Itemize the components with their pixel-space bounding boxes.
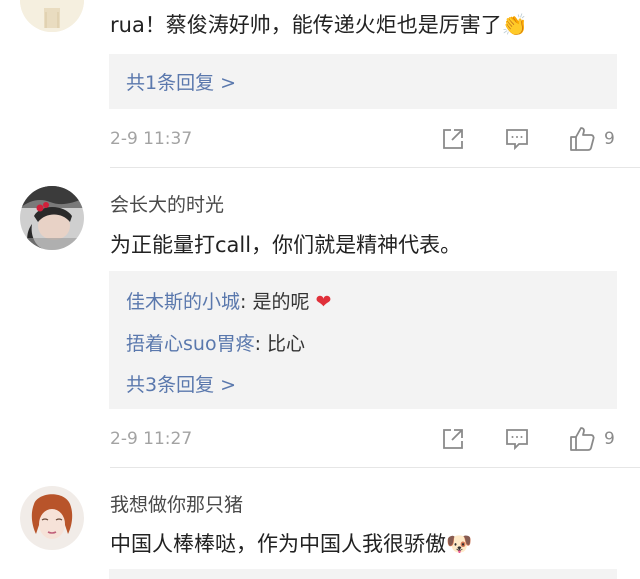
clapping-hands-emoji: 👏: [501, 13, 528, 37]
reply-username[interactable]: 捂着心suo胃疼: [126, 333, 255, 355]
comment-text: rua！蔡俊涛好帅，能传递火炬也是厉害了👏: [110, 13, 528, 37]
avatar[interactable]: [20, 186, 84, 250]
reply-item[interactable]: 佳木斯的小城: 是的呢 ❤: [126, 287, 331, 314]
reply-box[interactable]: [109, 569, 617, 579]
comment-text: 中国人棒棒哒，作为中国人我很骄傲🐶: [110, 532, 473, 556]
username[interactable]: 会长大的时光: [110, 190, 224, 217]
reply-item[interactable]: 捂着心suo胃疼: 比心: [126, 329, 305, 356]
comment-icon[interactable]: [504, 126, 530, 152]
doge-emoji: 🐶: [446, 532, 473, 556]
reply-box[interactable]: 佳木斯的小城: 是的呢 ❤ 捂着心suo胃疼: 比心 共3条回复 >: [109, 271, 617, 409]
comment-icon[interactable]: [504, 426, 530, 452]
more-replies-link[interactable]: 共1条回复 >: [126, 68, 236, 95]
like-count: 9: [604, 129, 615, 149]
more-replies-link[interactable]: 共3条回复 >: [126, 370, 236, 397]
thumbs-up-icon[interactable]: [568, 425, 595, 451]
reply-text: : 是的呢: [240, 291, 310, 313]
reply-text: : 比心: [254, 333, 306, 355]
share-icon[interactable]: [440, 426, 466, 452]
username[interactable]: 我想做你那只猪: [110, 490, 243, 517]
comment-text: 为正能量打call，你们就是精神代表。: [110, 233, 462, 257]
reply-username[interactable]: 佳木斯的小城: [126, 291, 240, 313]
avatar[interactable]: [20, 0, 84, 32]
comment-time: 2-9 11:27: [110, 429, 193, 449]
share-icon[interactable]: [440, 126, 466, 152]
comment-time: 2-9 11:37: [110, 129, 193, 149]
divider: [110, 467, 640, 468]
reply-box[interactable]: 共1条回复 >: [109, 54, 617, 109]
divider: [110, 167, 640, 168]
thumbs-up-icon[interactable]: [568, 125, 595, 151]
like-count: 9: [604, 429, 615, 449]
heart-emoji: ❤: [315, 291, 332, 313]
avatar[interactable]: [20, 486, 84, 550]
